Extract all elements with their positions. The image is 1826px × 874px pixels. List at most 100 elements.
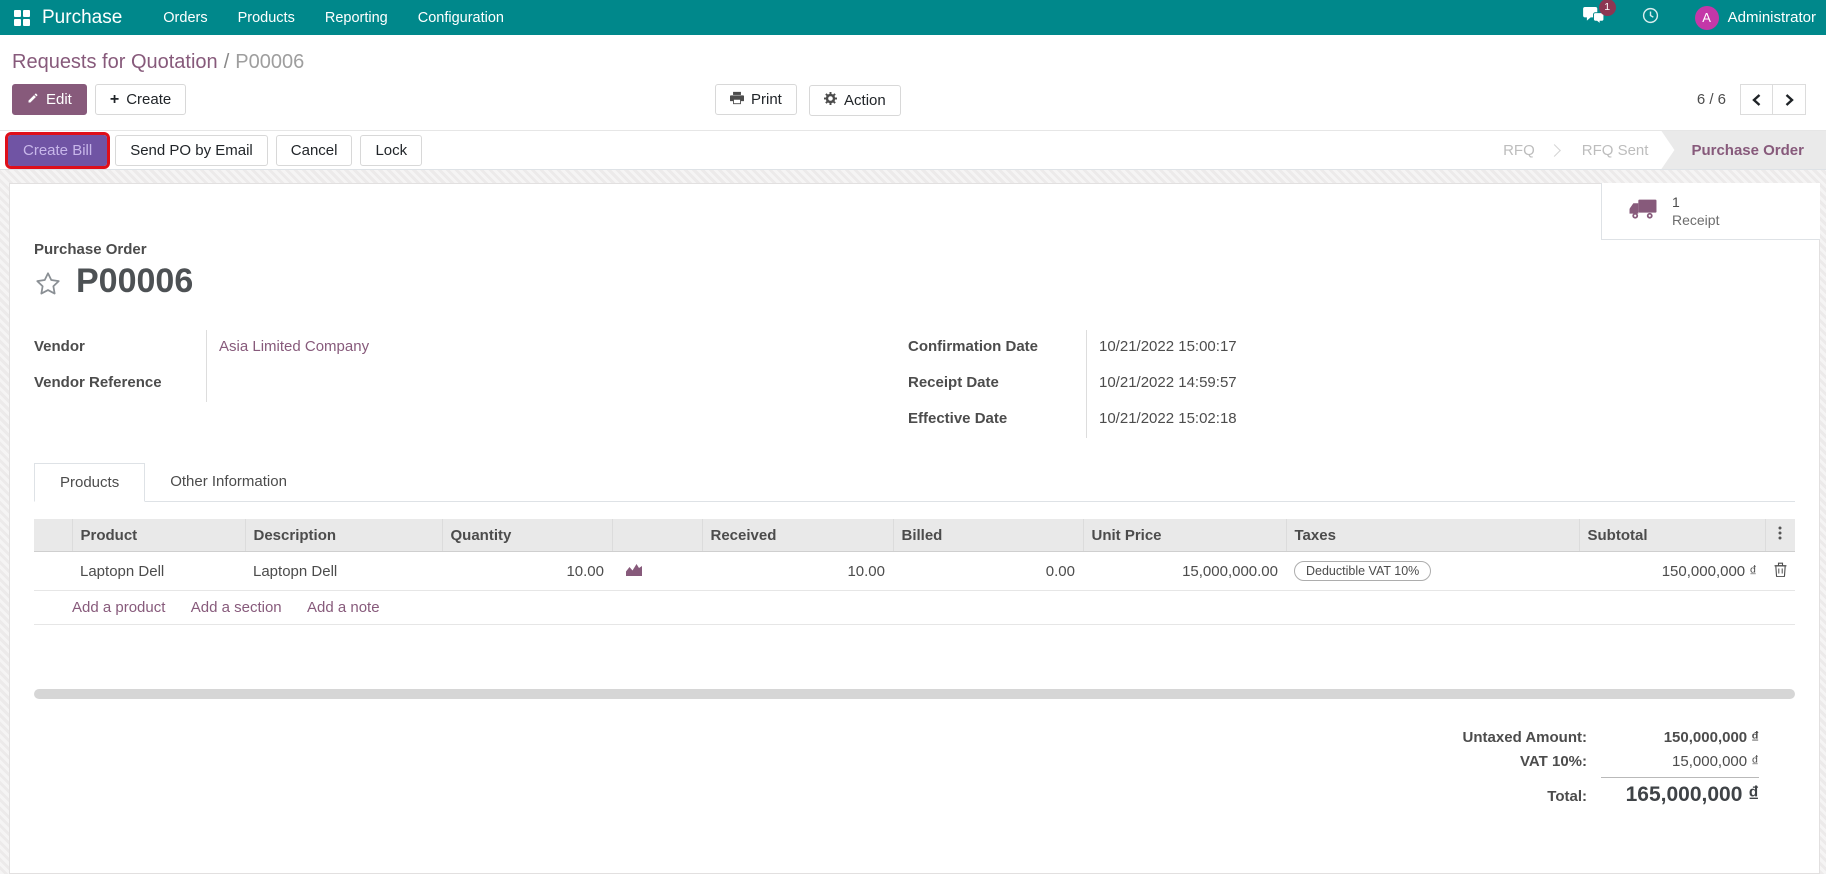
top-navbar: Purchase Orders Products Reporting Confi… (0, 0, 1826, 35)
tab-other-information[interactable]: Other Information (145, 463, 312, 501)
vendor-reference-label: Vendor Reference (34, 374, 162, 392)
effective-date-label: Effective Date (908, 410, 1008, 428)
add-a-section-link[interactable]: Add a section (191, 599, 282, 616)
unit-price-cell: 15,000,000.00 (1083, 551, 1286, 592)
confirmation-date-label: Confirmation Date (908, 338, 1039, 356)
add-links-row: Add a product Add a section Add a note (34, 590, 1795, 626)
pencil-icon (27, 91, 39, 108)
control-panel-buttons: Edit + Create Print Action 6 / 6 (0, 76, 1826, 130)
receipt-date-label: Receipt Date (908, 374, 999, 392)
breadcrumb-separator: / (223, 51, 230, 73)
breadcrumb-current: P00006 (235, 51, 305, 73)
col-product: Product (71, 519, 245, 553)
edit-button[interactable]: Edit (12, 84, 87, 115)
apps-menu-icon[interactable] (14, 9, 30, 26)
page-title: P00006 (76, 262, 194, 300)
total-value: 165,000,000 ₫ (1601, 777, 1759, 807)
col-unit-price: Unit Price (1082, 519, 1286, 553)
total-label: Total: (1547, 788, 1587, 806)
totals-section: Untaxed Amount: 150,000,000 ₫ VAT 10%: 1… (34, 729, 1795, 807)
untaxed-amount-value: 150,000,000 ₫ (1663, 729, 1759, 747)
pager: 6 / 6 (1697, 84, 1814, 115)
send-po-by-email-button[interactable]: Send PO by Email (115, 134, 268, 166)
untaxed-amount-label: Untaxed Amount: (1462, 729, 1587, 747)
statusbar-buttons: Create Bill Send PO by Email Cancel Lock (4, 131, 423, 169)
title-block: Purchase Order P00006 (34, 241, 1795, 300)
receipt-stat-button[interactable]: 1 Receipt (1601, 183, 1820, 240)
messages-button[interactable]: 1 (1573, 0, 1616, 32)
pager-count: 6 / 6 (1696, 91, 1726, 108)
truck-icon (1629, 198, 1657, 224)
receipt-date-value: 10/21/2022 14:59:57 (1086, 366, 1795, 403)
activities-button[interactable] (1632, 3, 1669, 32)
confirmation-date-value: 10/21/2022 15:00:17 (1086, 330, 1795, 367)
menu-item-reporting[interactable]: Reporting (310, 2, 403, 34)
app-brand[interactable]: Purchase (42, 7, 122, 29)
create-bill-button[interactable]: Create Bill (4, 131, 111, 169)
vendor-value-link[interactable]: Asia Limited Company (219, 338, 369, 355)
order-lines-table: Product Description Quantity Received Bi… (34, 519, 1795, 626)
optional-columns-button[interactable] (1764, 519, 1795, 553)
kebab-vertical-icon (1778, 526, 1782, 540)
menu-item-products[interactable]: Products (223, 2, 310, 34)
table-horizontal-scrollbar[interactable] (34, 689, 1795, 700)
notebook-tabs: Products Other Information (34, 463, 1795, 503)
user-name: Administrator (1727, 9, 1816, 26)
tab-products[interactable]: Products (34, 463, 146, 503)
menu-item-orders[interactable]: Orders (148, 2, 222, 34)
cancel-button[interactable]: Cancel (275, 134, 353, 166)
content-area: 1 Receipt Purchase Order P00006 Vendor A… (0, 170, 1826, 874)
delete-row-button[interactable] (1774, 562, 1787, 577)
receipt-count: 1 (1672, 193, 1680, 210)
stage-purchase-order[interactable]: Purchase Order (1661, 131, 1826, 169)
row-handle-cell (34, 551, 72, 592)
plus-icon: + (109, 90, 120, 108)
col-subtotal: Subtotal (1578, 519, 1765, 553)
chevron-right-icon (1785, 93, 1794, 106)
receipt-label: Receipt (1672, 212, 1720, 228)
col-billed: Billed (892, 519, 1083, 553)
breadcrumb-parent-link[interactable]: Requests for Quotation (12, 51, 218, 73)
received-cell: 10.00 (702, 551, 893, 592)
tax-badge: Deductible VAT 10% (1294, 561, 1432, 582)
forecast-chart-icon[interactable] (626, 563, 642, 576)
add-a-product-link[interactable]: Add a product (72, 599, 165, 616)
trash-icon (1774, 562, 1786, 577)
user-menu[interactable]: A Administrator (1694, 5, 1816, 30)
pager-previous-button[interactable] (1740, 84, 1773, 115)
pager-next-button[interactable] (1773, 84, 1806, 115)
action-button[interactable]: Action (809, 84, 901, 116)
col-forecast (611, 519, 702, 553)
create-button[interactable]: + Create (94, 84, 187, 115)
navbar-right: 1 A Administrator (1573, 0, 1816, 32)
stage-rfq-sent[interactable]: RFQ Sent (1569, 131, 1662, 169)
stage-separator-icon (1547, 143, 1561, 157)
field-group-right: Confirmation Date 10/21/2022 15:00:17 Re… (908, 330, 1795, 439)
menu-item-configuration[interactable]: Configuration (403, 2, 519, 34)
document-type-label: Purchase Order (34, 241, 147, 258)
stage-rfq[interactable]: RFQ (1490, 131, 1548, 169)
star-icon (36, 272, 60, 295)
center-buttons: Print Action (715, 84, 901, 116)
effective-date-value: 10/21/2022 15:02:18 (1086, 402, 1795, 439)
printer-icon (730, 91, 744, 109)
print-button[interactable]: Print (715, 84, 797, 115)
table-header-row: Product Description Quantity Received Bi… (34, 519, 1795, 553)
chevron-left-icon (1752, 93, 1761, 106)
subtotal-cell: 150,000,000 ₫ (1579, 551, 1765, 592)
add-a-note-link[interactable]: Add a note (307, 599, 380, 616)
description-cell: Laptopn Dell (245, 551, 442, 592)
status-pipeline: RFQ RFQ Sent Purchase Order (1490, 131, 1826, 169)
clock-icon (1642, 7, 1659, 28)
col-received: Received (701, 519, 893, 553)
field-group-left: Vendor Asia Limited Company Vendor Refer… (34, 330, 908, 438)
col-handle (34, 519, 72, 553)
favorite-star-button[interactable] (34, 270, 62, 300)
vat-value: 15,000,000 ₫ (1672, 753, 1759, 771)
table-row[interactable]: Laptopn Dell Laptopn Dell 10.00 10.00 0.… (34, 551, 1795, 592)
lock-button[interactable]: Lock (360, 134, 423, 166)
statusbar: Create Bill Send PO by Email Cancel Lock… (0, 131, 1826, 170)
form-sheet: 1 Receipt Purchase Order P00006 Vendor A… (9, 183, 1820, 874)
vat-label: VAT 10%: (1520, 753, 1587, 771)
breadcrumb: Requests for Quotation / P00006 (0, 35, 1826, 76)
